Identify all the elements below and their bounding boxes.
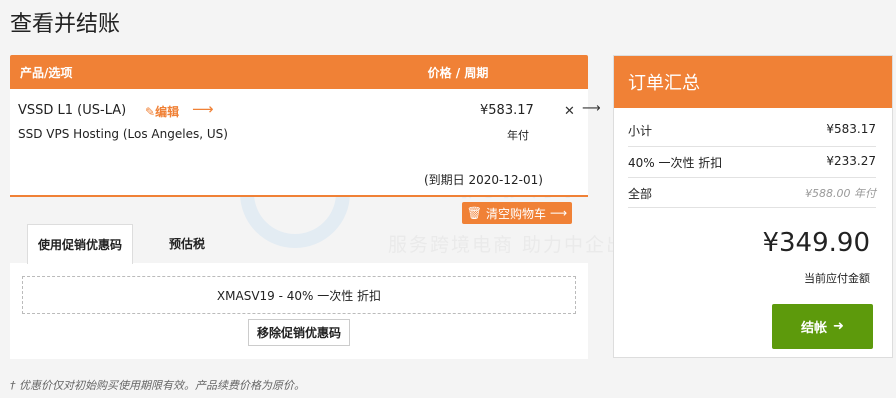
subtotal-value: ¥583.17 — [826, 122, 876, 136]
due-date: (到期日 2020-12-01) — [424, 173, 543, 187]
total-due-amount: ¥349.90 — [762, 228, 870, 258]
subtotal-label: 小计 — [628, 124, 653, 138]
tab-estimate-tax[interactable]: 预估税 — [152, 224, 222, 262]
summary-row-subtotal: 小计 ¥583.17 — [628, 122, 876, 139]
discount-label: 40% 一次性 折扣 — [628, 156, 723, 170]
discount-value: ¥233.27 — [826, 154, 876, 168]
applied-promo: XMASV19 - 40% 一次性 折扣 — [22, 276, 576, 314]
summary-row-discount: 40% 一次性 折扣 ¥233.27 — [628, 154, 876, 171]
item-description: SSD VPS Hosting (Los Angeles, US) — [18, 127, 228, 141]
remove-promo-button[interactable]: 移除促销优惠码 — [248, 319, 350, 346]
checkout-label: 结帐 — [801, 321, 828, 336]
edit-link[interactable]: ✎编辑 — [145, 103, 179, 120]
empty-cart-label: 清空购物车 — [486, 206, 547, 221]
remove-item-icon[interactable]: ✕ — [564, 104, 575, 119]
pencil-icon: ✎ — [145, 105, 156, 119]
summary-title: 订单汇总 — [614, 56, 892, 108]
item-cycle: 年付 — [507, 129, 529, 142]
footnote: † 优惠价仅对初始购买使用期限有效。产品续费价格为原价。 — [10, 379, 305, 392]
header-price: 价格 / 周期 — [427, 65, 489, 80]
watermark-subtext: 服务跨境电商 助力中企出海 — [388, 234, 649, 256]
recurring-label: 全部 — [628, 187, 653, 201]
divider — [628, 207, 876, 208]
trash-icon: 🗑 — [466, 206, 482, 220]
empty-cart-button[interactable]: 🗑 清空购物车 ⟶ — [462, 202, 572, 224]
summary-row-total-recurring: 全部 ¥588.00 年付 — [628, 185, 876, 202]
page-title: 查看并结账 — [10, 12, 121, 37]
total-due-label: 当前应付金额 — [804, 272, 870, 285]
edit-label: 编辑 — [155, 105, 180, 119]
item-name: VSSD L1 (US-LA) — [18, 103, 127, 118]
divider — [628, 146, 876, 147]
arrow-right-icon: ⟶ — [550, 206, 568, 220]
arrow-circle-right-icon: ➜ — [833, 319, 844, 334]
arrow-right-icon[interactable]: ⟶ — [192, 100, 214, 118]
recurring-value: ¥588.00 年付 — [805, 187, 876, 200]
arrow-right-icon[interactable]: ⟶ — [582, 101, 601, 116]
tab-promo-code[interactable]: 使用促销优惠码 — [27, 224, 133, 264]
divider — [628, 177, 876, 178]
item-price: ¥583.17 — [480, 103, 534, 118]
cart-header: 产品/选项 价格 / 周期 — [10, 55, 588, 89]
checkout-button[interactable]: 结帐 ➜ — [772, 304, 873, 349]
checkout-page: 查看并结账 主机侦探 服务跨境电商 助力中企出海 产品/选项 价格 / 周期 V… — [0, 0, 896, 398]
header-product: 产品/选项 — [20, 65, 73, 80]
